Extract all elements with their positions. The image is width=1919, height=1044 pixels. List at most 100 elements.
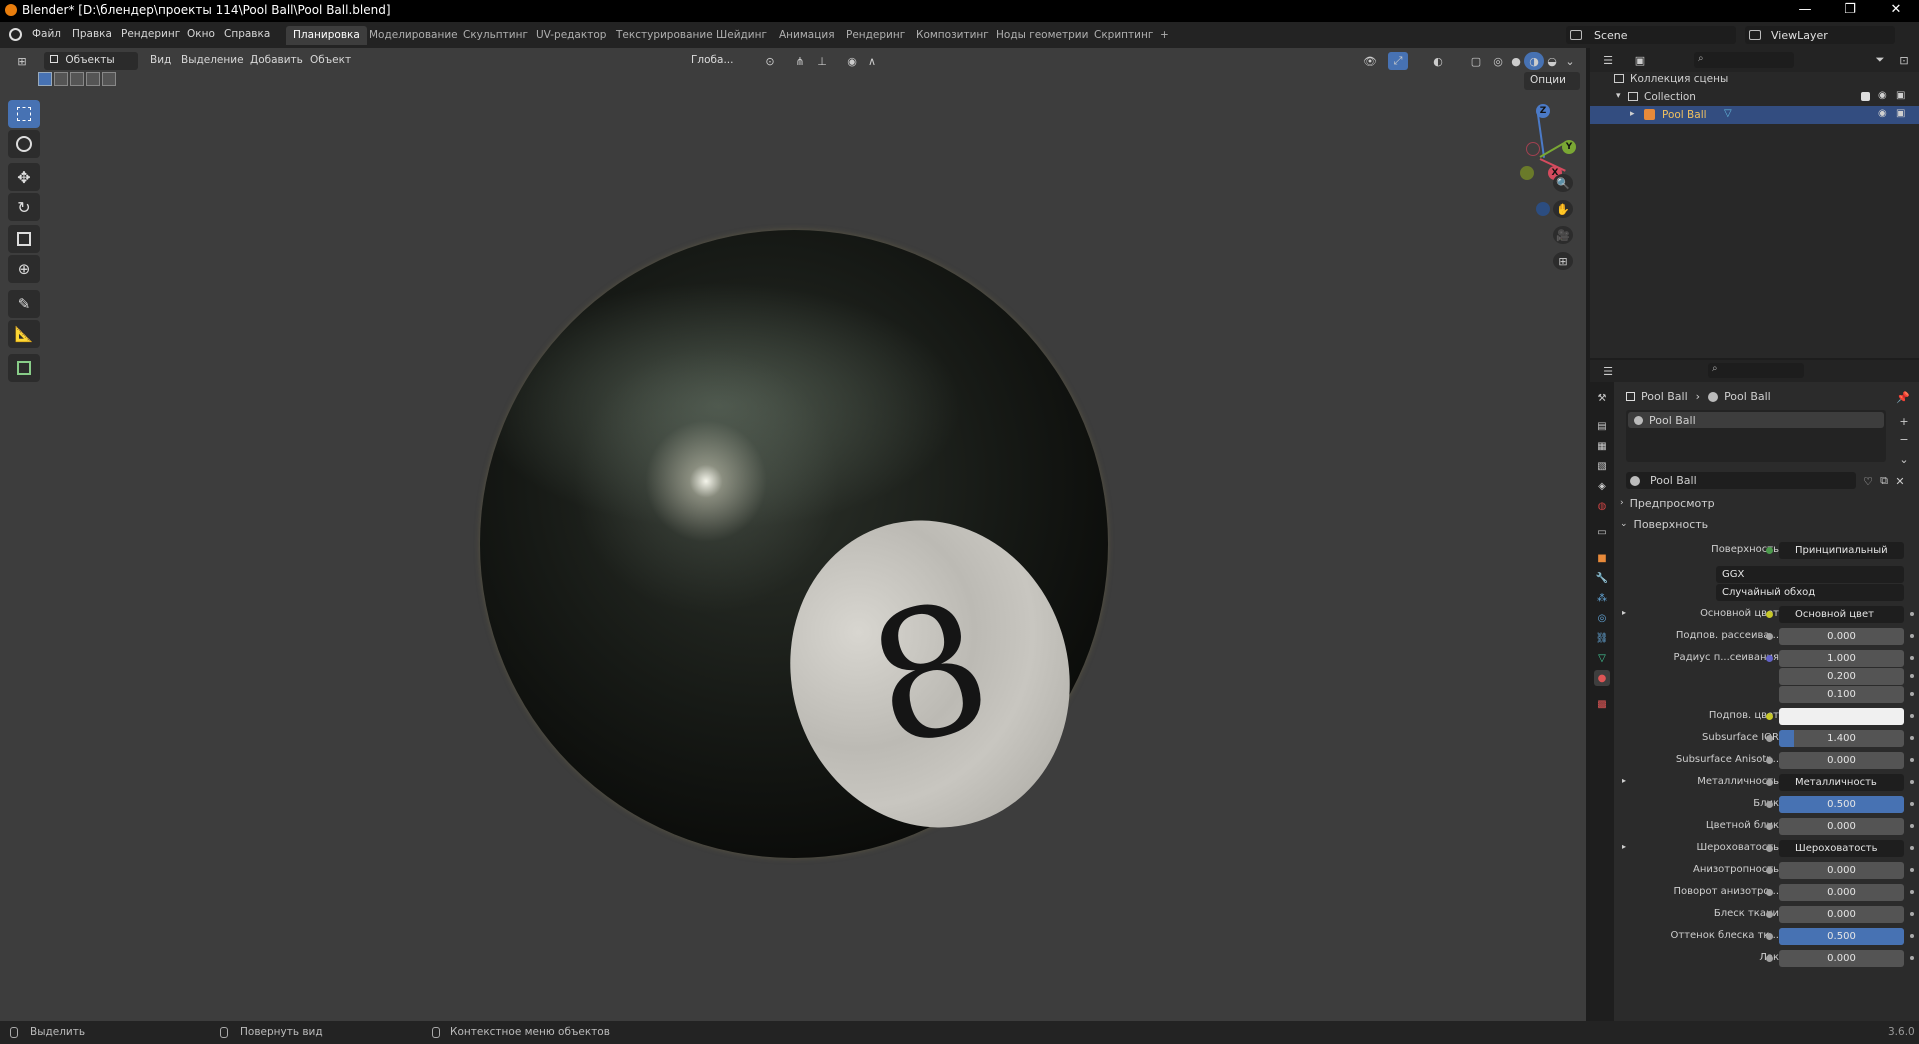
properties-search-input[interactable]: ⌕ [1708, 363, 1804, 378]
color-field[interactable] [1779, 708, 1904, 725]
gizmo-neg-x[interactable] [1520, 166, 1534, 180]
keyframe-dot-icon[interactable] [1910, 674, 1914, 678]
tool-cursor[interactable] [8, 130, 40, 158]
editor-type-icon[interactable]: ⊞ [12, 52, 32, 70]
select-intersect-icon[interactable] [102, 72, 116, 86]
new-collection-icon[interactable]: ⊡ [1894, 51, 1914, 69]
blender-menu-icon[interactable] [9, 28, 22, 41]
value-field[interactable]: 0.100 [1779, 686, 1904, 703]
tool-move[interactable]: ✥ [8, 163, 40, 191]
menu-render[interactable]: Рендеринг [121, 28, 180, 40]
gizmo-z-axis[interactable]: Z [1536, 104, 1550, 118]
value-field[interactable]: 0.500 [1779, 796, 1904, 813]
snap-target-icon[interactable]: ⊥ [812, 52, 832, 70]
value-field[interactable]: 0.200 [1779, 668, 1904, 685]
expand-arrow-icon[interactable]: ▸ [1630, 109, 1635, 119]
unlink-material-icon[interactable]: ✕ [1890, 472, 1910, 490]
tool-scale[interactable] [8, 225, 40, 253]
eye-icon[interactable]: ◉ [1878, 90, 1887, 101]
add-workspace-button[interactable]: + [1153, 26, 1176, 45]
value-field[interactable]: 0.000 [1779, 862, 1904, 879]
menu-object[interactable]: Объект [310, 54, 351, 66]
tab-compositing[interactable]: Композитинг [909, 26, 996, 45]
tab-texture-paint[interactable]: Текстурирование [609, 26, 720, 45]
tool-add-cube[interactable] [8, 354, 40, 382]
keyframe-dot-icon[interactable] [1910, 612, 1914, 616]
expand-arrow-icon[interactable]: ▸ [1622, 776, 1626, 785]
scene-tab-icon[interactable]: ◈ [1594, 478, 1610, 494]
perspective-grid-icon[interactable]: ⊞ [1553, 252, 1573, 270]
tab-shading[interactable]: Шейдинг [709, 26, 774, 45]
tab-animation[interactable]: Анимация [772, 26, 842, 45]
eye-icon[interactable]: ◉ [1878, 108, 1887, 119]
proportional-editing-icon[interactable]: ◉ [842, 52, 862, 70]
panel-preview-header[interactable]: › Предпросмотр [1620, 494, 1916, 512]
3d-viewport[interactable]: ⊞ Объекты Вид Выделение Добавить Объект … [0, 48, 1586, 1021]
keyframe-dot-icon[interactable] [1910, 802, 1914, 806]
value-field[interactable]: 1.400 [1779, 730, 1904, 747]
gizmo-neg-y[interactable] [1526, 142, 1540, 156]
scene-selector[interactable]: Scene [1566, 26, 1736, 44]
menu-view[interactable]: Вид [150, 54, 171, 66]
tab-layout[interactable]: Планировка [286, 26, 367, 45]
tool-rotate[interactable]: ↻ [8, 193, 40, 221]
shading-rendered-icon[interactable]: ◒ [1542, 52, 1562, 70]
camera-icon[interactable]: ▣ [1896, 108, 1905, 119]
xray-icon[interactable]: ▢ [1466, 52, 1486, 70]
camera-icon[interactable]: ▣ [1896, 90, 1905, 101]
mode-selector[interactable]: Объекты [44, 52, 138, 70]
remove-slot-button[interactable]: − [1894, 430, 1914, 448]
output-tab-icon[interactable]: ▦ [1594, 438, 1610, 454]
input-socket-icon[interactable] [1766, 779, 1773, 786]
material-name-field[interactable]: Pool Ball [1650, 474, 1697, 487]
shading-solid-icon[interactable]: ● [1506, 52, 1526, 70]
tool-tab-icon[interactable]: ⚒ [1594, 390, 1610, 406]
tab-modeling[interactable]: Моделирование [362, 26, 465, 45]
input-socket-icon[interactable] [1766, 735, 1773, 742]
shading-wireframe-icon[interactable]: ◎ [1488, 52, 1508, 70]
keyframe-dot-icon[interactable] [1910, 846, 1914, 850]
input-socket-icon[interactable] [1766, 867, 1773, 874]
value-field[interactable]: 0.000 [1779, 628, 1904, 645]
menu-help[interactable]: Справка [224, 28, 270, 40]
tab-rendering[interactable]: Рендеринг [839, 26, 912, 45]
object-tab-icon[interactable]: ■ [1594, 550, 1610, 566]
view-layer-selector[interactable]: ViewLayer [1745, 26, 1895, 44]
particles-tab-icon[interactable]: ⁂ [1594, 590, 1610, 606]
add-slot-button[interactable]: + [1894, 412, 1914, 430]
keyframe-dot-icon[interactable] [1910, 956, 1914, 960]
material-tab-icon[interactable]: ● [1594, 670, 1610, 686]
expand-arrow-icon[interactable]: ▸ [1622, 842, 1626, 851]
options-dropdown[interactable]: Опции [1524, 72, 1580, 90]
linked-input-field[interactable]: Металличность [1779, 774, 1904, 791]
outliner-row-scene-collection[interactable]: Коллекция сцены [1590, 70, 1919, 88]
outliner-row-pool-ball[interactable]: ▸ Pool Ball ▽ ◉ ▣ [1590, 106, 1919, 124]
restore-button[interactable]: ❐ [1830, 2, 1870, 17]
menu-edit[interactable]: Правка [72, 28, 112, 40]
keyframe-dot-icon[interactable] [1910, 912, 1914, 916]
menu-file[interactable]: Файл [32, 28, 61, 40]
expand-arrow-icon[interactable]: ▾ [1616, 91, 1621, 101]
pin-icon[interactable]: 📌 [1893, 388, 1913, 406]
material-slot[interactable]: Pool Ball [1628, 412, 1884, 428]
visibility-icon[interactable]: 👁 [1360, 52, 1380, 70]
input-socket-icon[interactable] [1766, 713, 1773, 720]
keyframe-dot-icon[interactable] [1910, 714, 1914, 718]
render-tab-icon[interactable]: ▤ [1594, 418, 1610, 434]
view-layer-tab-icon[interactable]: ▧ [1594, 458, 1610, 474]
keyframe-dot-icon[interactable] [1910, 736, 1914, 740]
input-socket-icon[interactable] [1766, 911, 1773, 918]
display-mode-icon[interactable]: ▣ [1630, 51, 1650, 69]
tool-measure[interactable]: 📐 [8, 320, 40, 348]
zoom-icon[interactable]: 🔍 [1553, 174, 1573, 192]
input-socket-icon[interactable] [1766, 633, 1773, 640]
input-socket-icon[interactable] [1766, 655, 1773, 662]
tab-geometry-nodes[interactable]: Ноды геометрии [989, 26, 1095, 45]
modifier-tab-icon[interactable]: 🔧 [1594, 570, 1610, 586]
gizmo-toggle-icon[interactable]: ⤢ [1388, 52, 1408, 70]
keyframe-dot-icon[interactable] [1910, 780, 1914, 784]
value-field[interactable]: 0.000 [1779, 906, 1904, 923]
keyframe-dot-icon[interactable] [1910, 890, 1914, 894]
shading-options-icon[interactable]: ⌄ [1560, 52, 1580, 70]
value-field[interactable]: 0.000 [1779, 752, 1904, 769]
